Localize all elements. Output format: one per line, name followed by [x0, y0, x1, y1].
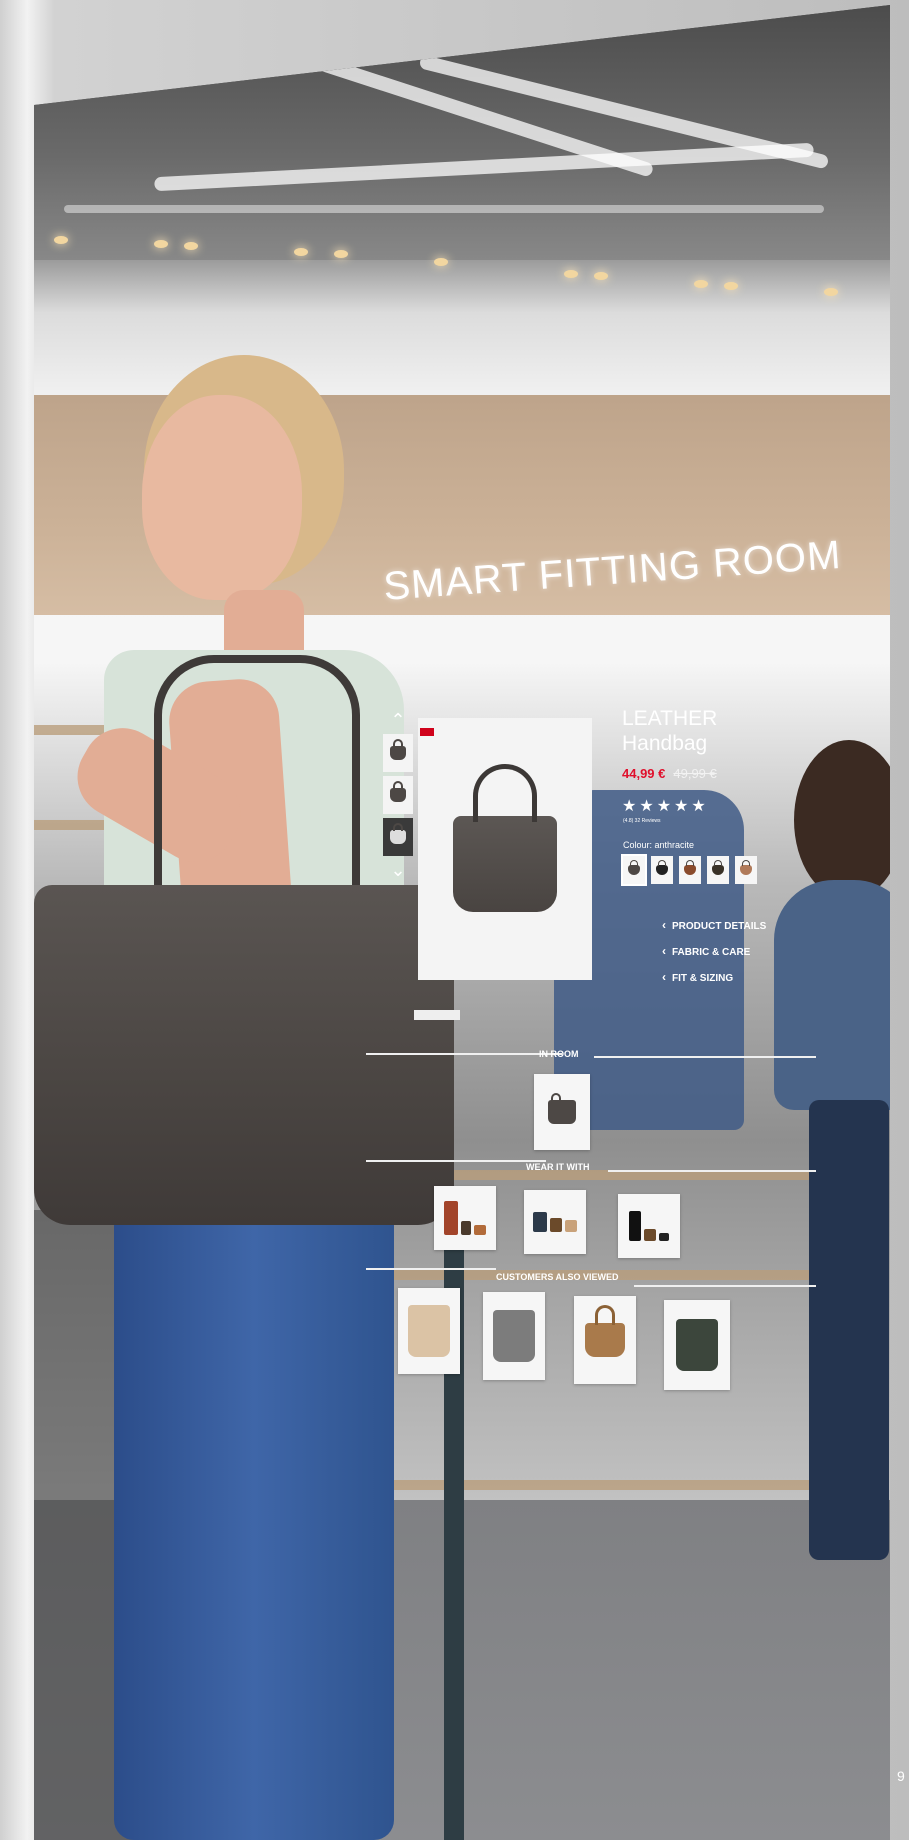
section-divider [366, 1268, 496, 1270]
product-image [453, 764, 557, 912]
chevron-left-icon: ‹ [662, 944, 666, 958]
section-divider [634, 1285, 816, 1287]
colour-swatch[interactable] [707, 856, 729, 884]
outfit-piece [461, 1221, 471, 1235]
outfit-piece [444, 1201, 458, 1235]
thumbnail-column: ⌃ ⌄ [381, 710, 415, 880]
outfit-tile[interactable] [434, 1186, 496, 1250]
handbag-icon [390, 823, 406, 844]
outfit-tile[interactable] [618, 1194, 680, 1258]
section-divider [608, 1170, 816, 1172]
handbag-icon [712, 860, 724, 875]
spotlight [434, 258, 448, 266]
price: 44,99 € [622, 766, 666, 781]
woman-jeans [114, 1190, 394, 1840]
woman-face [142, 395, 302, 600]
link-label: PRODUCT DETAILS [672, 921, 767, 932]
outfit-piece [533, 1212, 547, 1232]
colour-swatch[interactable] [735, 856, 757, 884]
section-divider [366, 1160, 546, 1162]
chevron-up-icon[interactable]: ⌃ [381, 710, 415, 730]
outfit-piece [474, 1225, 486, 1235]
colour-label: Colour: anthracite [623, 840, 695, 850]
skirt-image [408, 1305, 450, 1357]
chevron-left-icon: ‹ [662, 970, 666, 984]
tote-bag-image [585, 1305, 625, 1357]
smart-mirror: SMART FITTING ROOM ⌃ ⌄ LEATHER Handbag 4… [34, 5, 890, 1840]
chevron-left-icon: ‹ [662, 918, 666, 932]
fit-sizing-link[interactable]: ‹ FIT & SIZING [662, 970, 766, 984]
page-number: 9 [897, 1768, 905, 1784]
outfit-piece [550, 1218, 562, 1232]
outfit-piece [565, 1220, 577, 1232]
product-tile[interactable] [398, 1288, 460, 1374]
colour-swatches [621, 854, 757, 886]
colour-swatch[interactable] [651, 856, 673, 884]
shelf [374, 1480, 834, 1490]
thumbnail[interactable] [383, 776, 413, 814]
spotlight [564, 270, 578, 278]
handbag-icon [390, 739, 406, 760]
colour-swatch[interactable] [679, 856, 701, 884]
outfit-preview [533, 1212, 577, 1232]
spotlight [824, 288, 838, 296]
spotlight [724, 282, 738, 290]
handbag-icon [684, 860, 696, 875]
spotlight [154, 240, 168, 248]
old-price: 49,99 € [673, 766, 717, 781]
skirt-image [493, 1310, 535, 1362]
product-tile[interactable] [574, 1296, 636, 1384]
handbag-icon [548, 1093, 576, 1124]
skirt-image [676, 1319, 718, 1371]
product-title: LEATHER Handbag [622, 706, 717, 756]
shopper-legs [809, 1100, 889, 1560]
price-row: 44,99 € 49,99 € [622, 766, 717, 781]
image-pager[interactable] [414, 1010, 460, 1020]
customers-also-viewed-heading: CUSTOMERS ALSO VIEWED [496, 1272, 619, 1282]
spotlight [294, 248, 308, 256]
colour-swatch[interactable] [621, 854, 647, 886]
spotlight [54, 236, 68, 244]
new-badge [420, 728, 434, 736]
reviews-count[interactable]: (4.8) 32 Reviews [623, 818, 661, 824]
spotlight [334, 250, 348, 258]
outfit-piece [644, 1229, 656, 1241]
spotlight [694, 280, 708, 288]
shopper-body [774, 880, 890, 1110]
thumbnail[interactable] [383, 818, 413, 856]
wear-it-with-heading: WEAR IT WITH [526, 1162, 590, 1172]
product-tile[interactable] [483, 1292, 545, 1380]
outfit-piece [629, 1211, 641, 1241]
product-links: ‹ PRODUCT DETAILS ‹ FABRIC & CARE ‹ FIT & S… [662, 918, 766, 996]
link-label: FABRIC & CARE [672, 947, 751, 958]
product-name-line2: Handbag [622, 732, 708, 755]
worn-handbag [34, 885, 454, 1225]
outfit-piece [659, 1233, 669, 1241]
product-name-line1: LEATHER [622, 707, 718, 730]
handbag-icon [740, 860, 752, 875]
product-image-card[interactable] [418, 718, 592, 980]
outfit-preview [444, 1201, 486, 1235]
section-divider [594, 1056, 816, 1058]
fabric-care-link[interactable]: ‹ FABRIC & CARE [662, 944, 766, 958]
in-room-heading: IN ROOM [539, 1049, 579, 1059]
handbag-icon [390, 781, 406, 802]
rating-stars: ★★★★★ [622, 798, 709, 815]
outfit-preview [629, 1211, 669, 1241]
shopper-hair [794, 740, 890, 900]
spotlight [184, 242, 198, 250]
handbag-icon [628, 860, 640, 875]
thumbnail[interactable] [383, 734, 413, 772]
spotlight [594, 272, 608, 280]
product-tile[interactable] [664, 1300, 730, 1390]
section-divider [366, 1053, 562, 1055]
product-details-link[interactable]: ‹ PRODUCT DETAILS [662, 918, 766, 932]
chevron-down-icon[interactable]: ⌄ [381, 860, 415, 880]
outfit-tile[interactable] [524, 1190, 586, 1254]
link-label: FIT & SIZING [672, 973, 734, 984]
handbag-icon [656, 860, 668, 875]
ceiling-light [64, 205, 824, 213]
in-room-item[interactable] [534, 1074, 590, 1150]
